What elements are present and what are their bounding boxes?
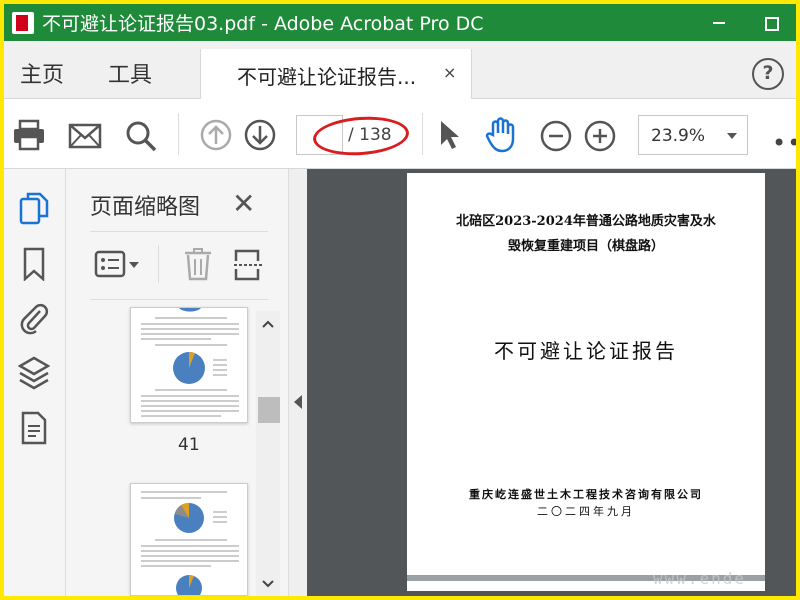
scroll-down-icon — [262, 580, 274, 588]
thumbnail-scrollbar[interactable] — [256, 311, 280, 596]
zoom-out-icon[interactable] — [540, 120, 572, 152]
zoom-in-icon[interactable] — [584, 120, 616, 152]
page-thumbnails-icon[interactable] — [18, 191, 50, 229]
panel-title: 页面缩略图 — [90, 195, 201, 220]
page-heading-line1: 北碚区2023-2024年普通公路地质灾害及水 — [456, 214, 716, 229]
acrobat-logo-icon — [12, 11, 34, 34]
panel-separator — [158, 245, 159, 283]
scroll-thumb[interactable] — [258, 397, 280, 423]
document-properties-icon[interactable] — [18, 411, 50, 449]
toolbar: / 138 23.9% ••• — [4, 99, 796, 169]
panel-divider — [90, 231, 268, 232]
close-icon[interactable]: ✕ — [232, 187, 255, 220]
thumbnail-options-icon[interactable] — [94, 249, 142, 279]
page-heading-line2: 毁恢复重建项目（棋盘路） — [507, 239, 664, 254]
minimize-button[interactable] — [708, 12, 730, 34]
document-tab-label: 不可避让论证报告... — [237, 65, 417, 89]
tab-tools[interactable]: 工具 — [108, 57, 152, 89]
crop-pages-icon[interactable] — [232, 247, 264, 281]
panel-collapse-handle[interactable] — [288, 169, 307, 596]
title-bar: 不可避让论证报告03.pdf - Adobe Acrobat Pro DC — [4, 4, 796, 41]
close-tab-icon[interactable]: × — [443, 63, 456, 82]
page-thumbnail[interactable] — [130, 483, 248, 596]
panel-divider — [90, 299, 268, 300]
page-title: 不可避让论证报告 — [494, 339, 678, 363]
hand-tool-icon[interactable] — [484, 117, 518, 153]
tab-home[interactable]: 主页 — [20, 57, 64, 89]
email-icon[interactable] — [68, 123, 102, 149]
window-title: 不可避让论证报告03.pdf - Adobe Acrobat Pro DC — [42, 13, 484, 35]
attachment-icon[interactable] — [18, 301, 50, 339]
thumbnail-page-label: 41 — [178, 435, 200, 455]
bookmark-icon[interactable] — [18, 247, 50, 285]
tab-bar: 主页 工具 不可避让论证报告... × ? — [4, 41, 796, 100]
layers-icon[interactable] — [17, 355, 51, 395]
more-icon[interactable]: ••• — [772, 129, 796, 157]
page-company: 重庆屹连盛世土木工程技术咨询有限公司 — [469, 488, 703, 501]
search-icon[interactable] — [124, 119, 158, 153]
collapse-arrow-icon — [294, 395, 302, 409]
page-date: 二〇二四年九月 — [537, 505, 635, 518]
document-view[interactable]: 北碚区2023-2024年普通公路地质灾害及水 毁恢复重建项目（棋盘路） 不可避… — [307, 169, 796, 596]
zoom-select[interactable]: 23.9% — [638, 115, 748, 155]
help-icon[interactable]: ? — [752, 58, 784, 90]
next-page-icon[interactable] — [244, 119, 276, 151]
trash-icon[interactable] — [182, 247, 214, 281]
toolbar-separator — [178, 113, 179, 155]
print-icon[interactable] — [12, 119, 46, 151]
acrobat-window: 不可避让论证报告03.pdf - Adobe Acrobat Pro DC 主页… — [4, 4, 796, 596]
toolbar-separator — [422, 113, 423, 155]
tab-document[interactable]: 不可避让论证报告... × — [200, 49, 472, 100]
document-page: 北碚区2023-2024年普通公路地质灾害及水 毁恢复重建项目（棋盘路） 不可避… — [407, 173, 765, 591]
page-thumbnail[interactable] — [130, 307, 248, 423]
chevron-down-icon — [727, 133, 737, 139]
watermark: www.ende — [653, 569, 747, 588]
zoom-value: 23.9% — [651, 126, 706, 146]
prev-page-icon[interactable] — [200, 119, 232, 151]
left-rail — [4, 169, 66, 596]
maximize-button[interactable] — [760, 12, 782, 34]
scroll-up-icon — [262, 320, 274, 328]
thumbnails-panel: 页面缩略图 ✕ 41 — [66, 169, 288, 596]
select-arrow-icon[interactable] — [438, 119, 460, 151]
